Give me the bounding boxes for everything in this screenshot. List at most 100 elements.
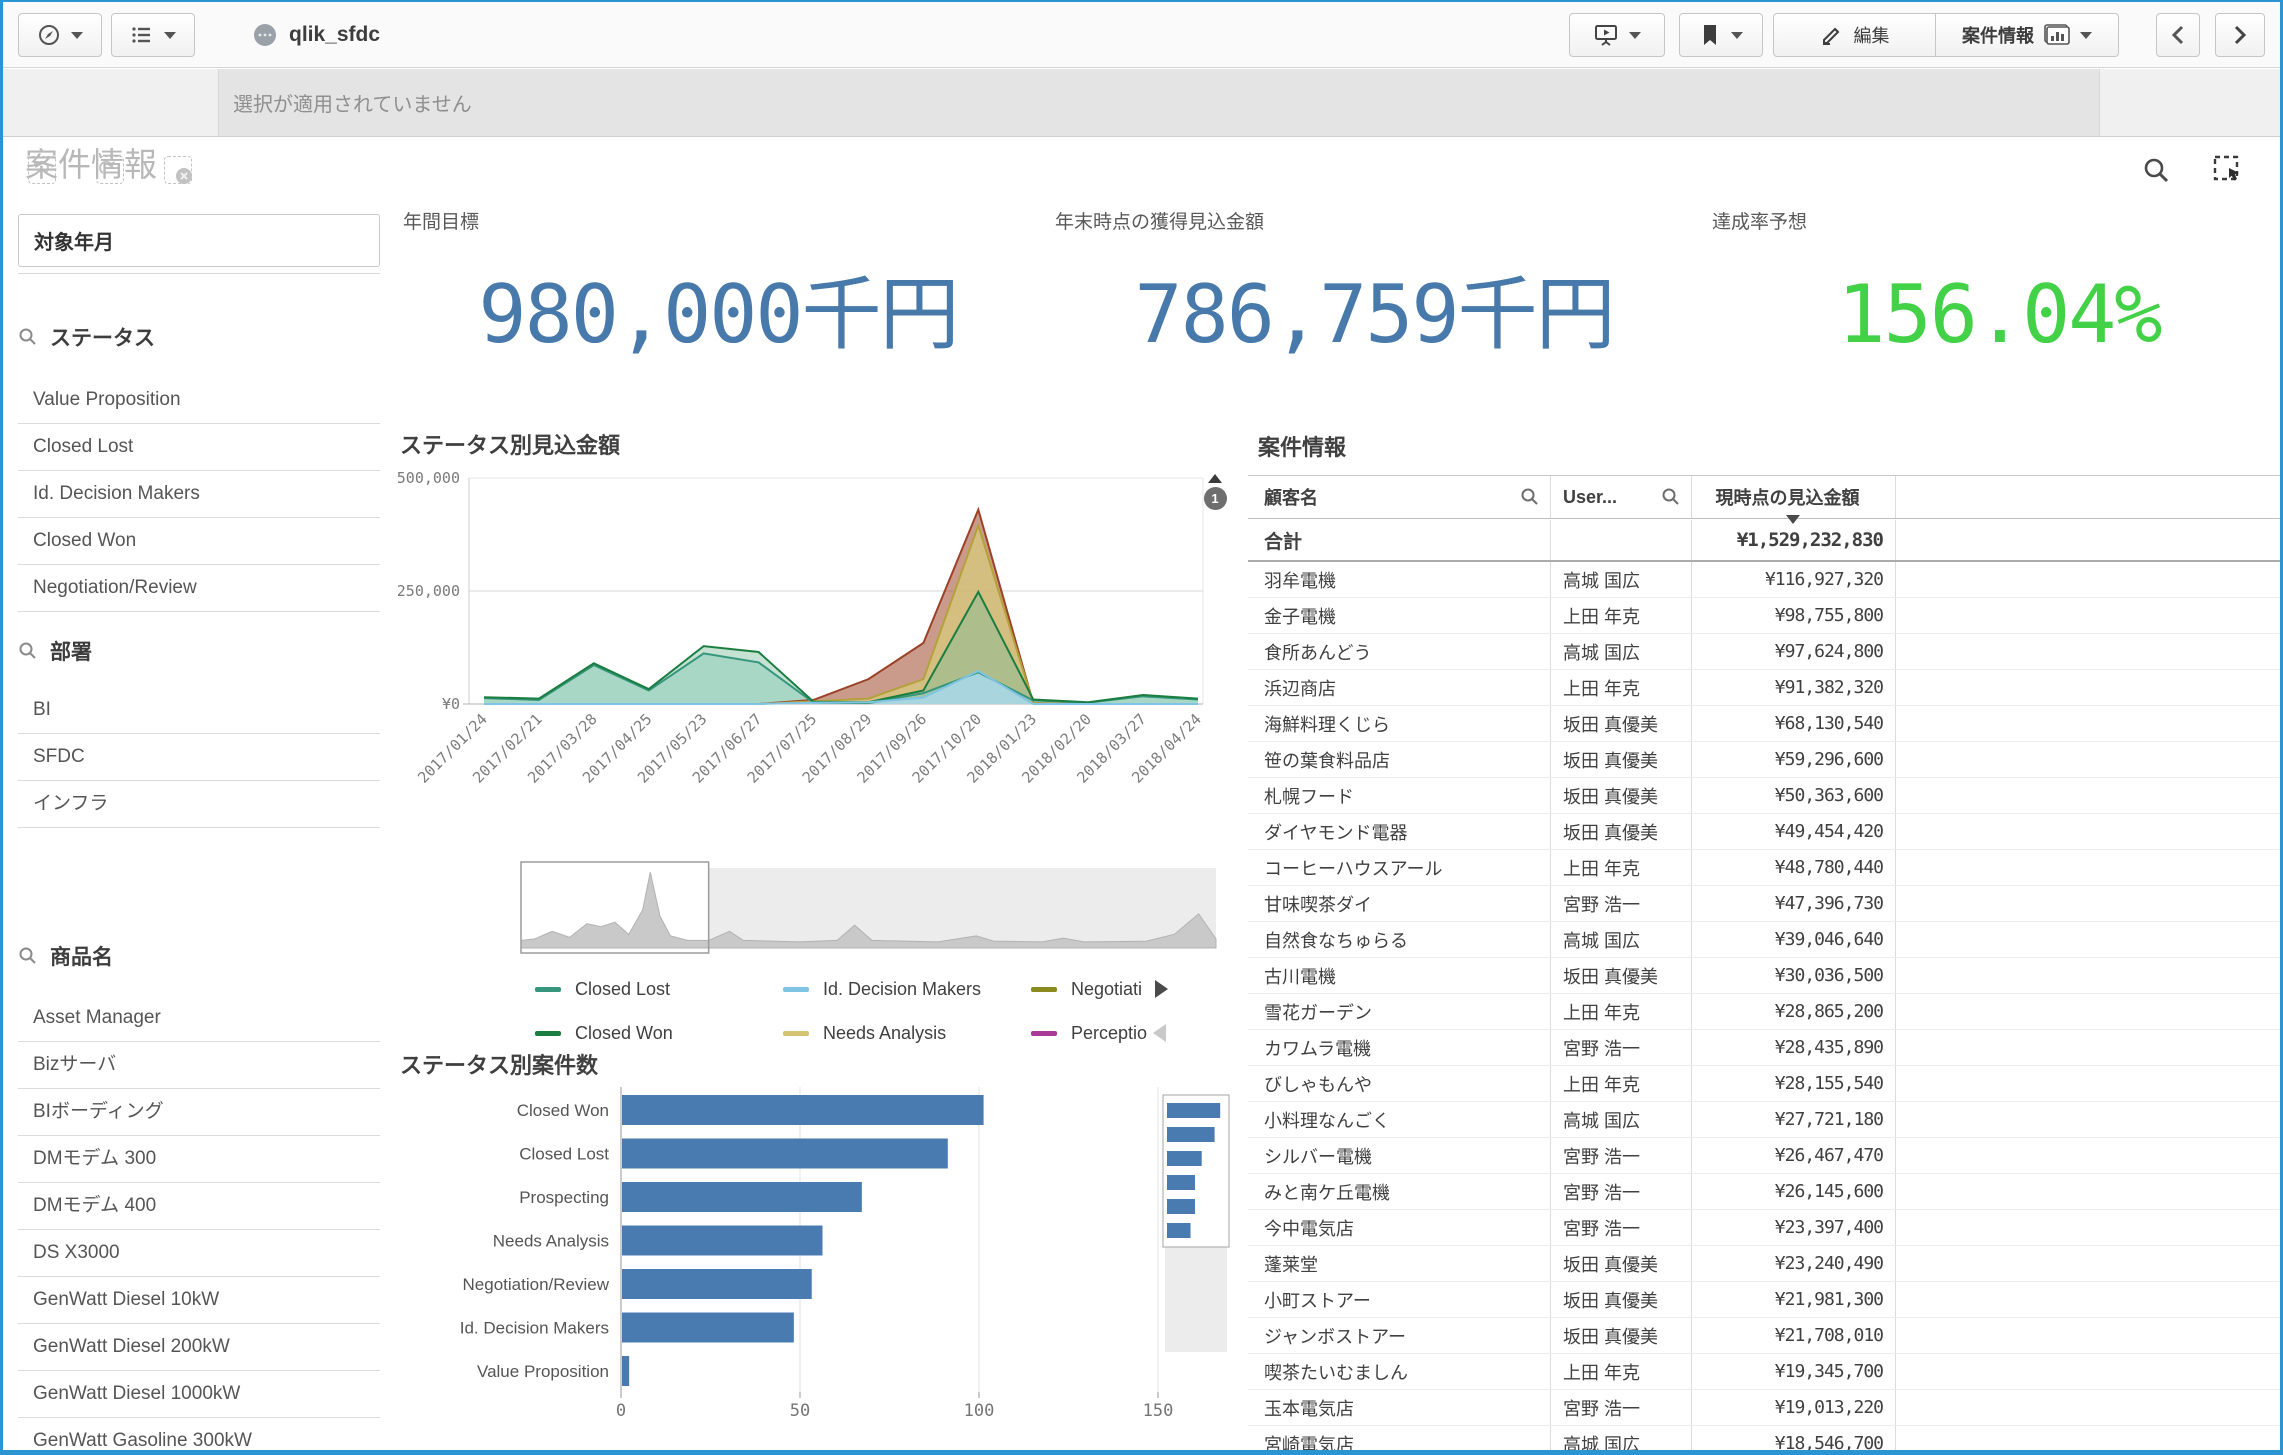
cell-user[interactable]: 坂田 真優美 xyxy=(1551,1318,1692,1353)
table-row-13[interactable]: カワムラ電機 宮野 浩一 ¥28,435,890 xyxy=(1248,1030,2280,1066)
cell-user[interactable]: 宮野 浩一 xyxy=(1551,886,1692,921)
listbox-item-department-1[interactable]: SFDC xyxy=(18,734,380,781)
cell-customer[interactable]: 自然食なちゅらる xyxy=(1248,922,1551,957)
area-chart-minimap[interactable] xyxy=(519,860,1219,955)
cell-user[interactable]: 上田 年克 xyxy=(1551,994,1692,1029)
cell-customer[interactable]: びしゃもんや xyxy=(1248,1066,1551,1101)
table-row-2[interactable]: 食所あんどう 高城 国広 ¥97,624,800 xyxy=(1248,634,2280,670)
cell-customer[interactable]: 羽牟電機 xyxy=(1248,562,1551,597)
cell-customer[interactable]: 小町ストアー xyxy=(1248,1282,1551,1317)
legend-next-arrow[interactable] xyxy=(1155,980,1168,998)
listbox-item-status-4[interactable]: Negotiation/Review xyxy=(18,565,380,612)
cell-user[interactable]: 宮野 浩一 xyxy=(1551,1390,1692,1425)
sheet-selector-button[interactable]: 案件情報 xyxy=(1936,13,2119,57)
bookmarks-button[interactable] xyxy=(1679,13,1763,57)
listbox-department-header[interactable]: 部署 xyxy=(18,634,380,668)
cell-user[interactable]: 上田 年克 xyxy=(1551,1354,1692,1389)
listbox-item-product-8[interactable]: GenWatt Diesel 1000kW xyxy=(18,1371,380,1418)
cell-user[interactable]: 高城 国広 xyxy=(1551,1426,1692,1450)
table-row-7[interactable]: ダイヤモンド電器 坂田 真優美 ¥49,454,420 xyxy=(1248,814,2280,850)
listbox-item-product-2[interactable]: BIボーディング xyxy=(18,1089,380,1136)
cell-user[interactable]: 高城 国広 xyxy=(1551,634,1692,669)
navigation-menu-button[interactable] xyxy=(18,13,102,57)
cell-customer[interactable]: 今中電気店 xyxy=(1248,1210,1551,1245)
table-row-20[interactable]: 小町ストアー 坂田 真優美 ¥21,981,300 xyxy=(1248,1282,2280,1318)
listbox-item-status-0[interactable]: Value Proposition xyxy=(18,377,380,424)
cell-user[interactable]: 坂田 真優美 xyxy=(1551,1282,1692,1317)
cell-user[interactable]: 宮野 浩一 xyxy=(1551,1174,1692,1209)
listbox-item-product-9[interactable]: GenWatt Gasoline 300kW xyxy=(18,1418,380,1450)
cell-user[interactable]: 高城 国広 xyxy=(1551,562,1692,597)
bar-closed-won[interactable] xyxy=(622,1095,984,1125)
cell-customer[interactable]: コーヒーハウスアール xyxy=(1248,850,1551,885)
table-row-5[interactable]: 笹の葉食料品店 坂田 真優美 ¥59,296,600 xyxy=(1248,742,2280,778)
sheet-list-button[interactable] xyxy=(111,13,195,57)
legend-item-closed-lost[interactable]: Closed Lost xyxy=(535,975,670,1003)
cell-user[interactable]: 上田 年克 xyxy=(1551,850,1692,885)
legend-item-needs-analysis[interactable]: Needs Analysis xyxy=(783,1019,946,1047)
bar-id-decision-makers[interactable] xyxy=(622,1312,794,1343)
listbox-item-status-3[interactable]: Closed Won xyxy=(18,518,380,565)
table-row-22[interactable]: 喫茶たいむましん 上田 年克 ¥19,345,700 xyxy=(1248,1354,2280,1390)
cell-user[interactable]: 宮野 浩一 xyxy=(1551,1138,1692,1173)
table-row-1[interactable]: 金子電機 上田 年克 ¥98,755,800 xyxy=(1248,598,2280,634)
cell-customer[interactable]: 浜辺商店 xyxy=(1248,670,1551,705)
table-row-12[interactable]: 雪花ガーデン 上田 年克 ¥28,865,200 xyxy=(1248,994,2280,1030)
cell-customer[interactable]: 蓬莱堂 xyxy=(1248,1246,1551,1281)
cell-user[interactable]: 高城 国広 xyxy=(1551,1102,1692,1137)
listbox-item-product-4[interactable]: DMモデム 400 xyxy=(18,1183,380,1230)
cell-user[interactable]: 坂田 真優美 xyxy=(1551,742,1692,777)
clear-selections-button[interactable] xyxy=(164,156,192,184)
listbox-item-product-5[interactable]: DS X3000 xyxy=(18,1230,380,1277)
legend-prev-arrow[interactable] xyxy=(1153,1024,1166,1042)
cell-customer[interactable]: 金子電機 xyxy=(1248,598,1551,633)
table-row-16[interactable]: シルバー電機 宮野 浩一 ¥26,467,470 xyxy=(1248,1138,2280,1174)
table-row-4[interactable]: 海鮮料理くじら 坂田 真優美 ¥68,130,540 xyxy=(1248,706,2280,742)
cell-customer[interactable]: ジャンボストアー xyxy=(1248,1318,1551,1353)
cell-customer[interactable]: 宮崎電気店 xyxy=(1248,1426,1551,1450)
listbox-product-header[interactable]: 商品名 xyxy=(18,939,380,973)
listbox-item-status-1[interactable]: Closed Lost xyxy=(18,424,380,471)
listbox-item-product-6[interactable]: GenWatt Diesel 10kW xyxy=(18,1277,380,1324)
table-row-8[interactable]: コーヒーハウスアール 上田 年克 ¥48,780,440 xyxy=(1248,850,2280,886)
listbox-item-product-7[interactable]: GenWatt Diesel 200kW xyxy=(18,1324,380,1371)
cell-customer[interactable]: 食所あんどう xyxy=(1248,634,1551,669)
filter-target-month[interactable]: 対象年月 xyxy=(18,214,380,267)
bar-closed-lost[interactable] xyxy=(622,1138,948,1169)
cell-customer[interactable]: 笹の葉食料品店 xyxy=(1248,742,1551,777)
cell-user[interactable]: 坂田 真優美 xyxy=(1551,958,1692,993)
cell-user[interactable]: 宮野 浩一 xyxy=(1551,1030,1692,1065)
table-row-9[interactable]: 甘味喫茶ダイ 宮野 浩一 ¥47,396,730 xyxy=(1248,886,2280,922)
legend-item-id-decision-makers[interactable]: Id. Decision Makers xyxy=(783,975,981,1003)
app-info[interactable]: qlik_sfdc xyxy=(253,13,380,57)
cell-user[interactable]: 上田 年克 xyxy=(1551,1066,1692,1101)
legend-item-closed-won[interactable]: Closed Won xyxy=(535,1019,673,1047)
cell-user[interactable]: 上田 年克 xyxy=(1551,670,1692,705)
search-icon[interactable] xyxy=(1661,487,1681,507)
table-row-6[interactable]: 札幌フード 坂田 真優美 ¥50,363,600 xyxy=(1248,778,2280,814)
cell-user[interactable]: 坂田 真優美 xyxy=(1551,778,1692,813)
previous-sheet-button[interactable] xyxy=(2156,13,2200,57)
table-row-3[interactable]: 浜辺商店 上田 年克 ¥91,382,320 xyxy=(1248,670,2280,706)
table-row-14[interactable]: びしゃもんや 上田 年克 ¥28,155,540 xyxy=(1248,1066,2280,1102)
cell-customer[interactable]: 玉本電気店 xyxy=(1248,1390,1551,1425)
status-count-bar-chart[interactable]: 0 50 100 150 Closed Won Closed Lost Prospectin… xyxy=(398,1082,1243,1455)
listbox-item-department-0[interactable]: BI xyxy=(18,687,380,734)
cell-user[interactable]: 宮野 浩一 xyxy=(1551,1210,1692,1245)
bar-needs-analysis[interactable] xyxy=(622,1225,823,1256)
bar-prospecting[interactable] xyxy=(622,1182,862,1212)
next-sheet-button[interactable] xyxy=(2215,13,2265,57)
table-row-18[interactable]: 今中電気店 宮野 浩一 ¥23,397,400 xyxy=(1248,1210,2280,1246)
cell-customer[interactable]: 古川電機 xyxy=(1248,958,1551,993)
listbox-item-product-1[interactable]: Bizサーバ xyxy=(18,1042,380,1089)
column-header-customer[interactable]: 顧客名 xyxy=(1248,476,1551,518)
table-row-10[interactable]: 自然食なちゅらる 高城 国広 ¥39,046,640 xyxy=(1248,922,2280,958)
status-amount-area-chart[interactable]: ¥0¥250,000¥500,0002017/01/242017/02/2120… xyxy=(398,462,1243,834)
cell-user[interactable]: 高城 国広 xyxy=(1551,922,1692,957)
bar-value-proposition[interactable] xyxy=(622,1356,630,1386)
table-row-23[interactable]: 玉本電気店 宮野 浩一 ¥19,013,220 xyxy=(1248,1390,2280,1426)
table-row-19[interactable]: 蓬莱堂 坂田 真優美 ¥23,240,490 xyxy=(1248,1246,2280,1282)
cell-user[interactable]: 坂田 真優美 xyxy=(1551,706,1692,741)
table-row-15[interactable]: 小料理なんごく 高城 国広 ¥27,721,180 xyxy=(1248,1102,2280,1138)
listbox-status-header[interactable]: ステータス xyxy=(18,320,380,354)
